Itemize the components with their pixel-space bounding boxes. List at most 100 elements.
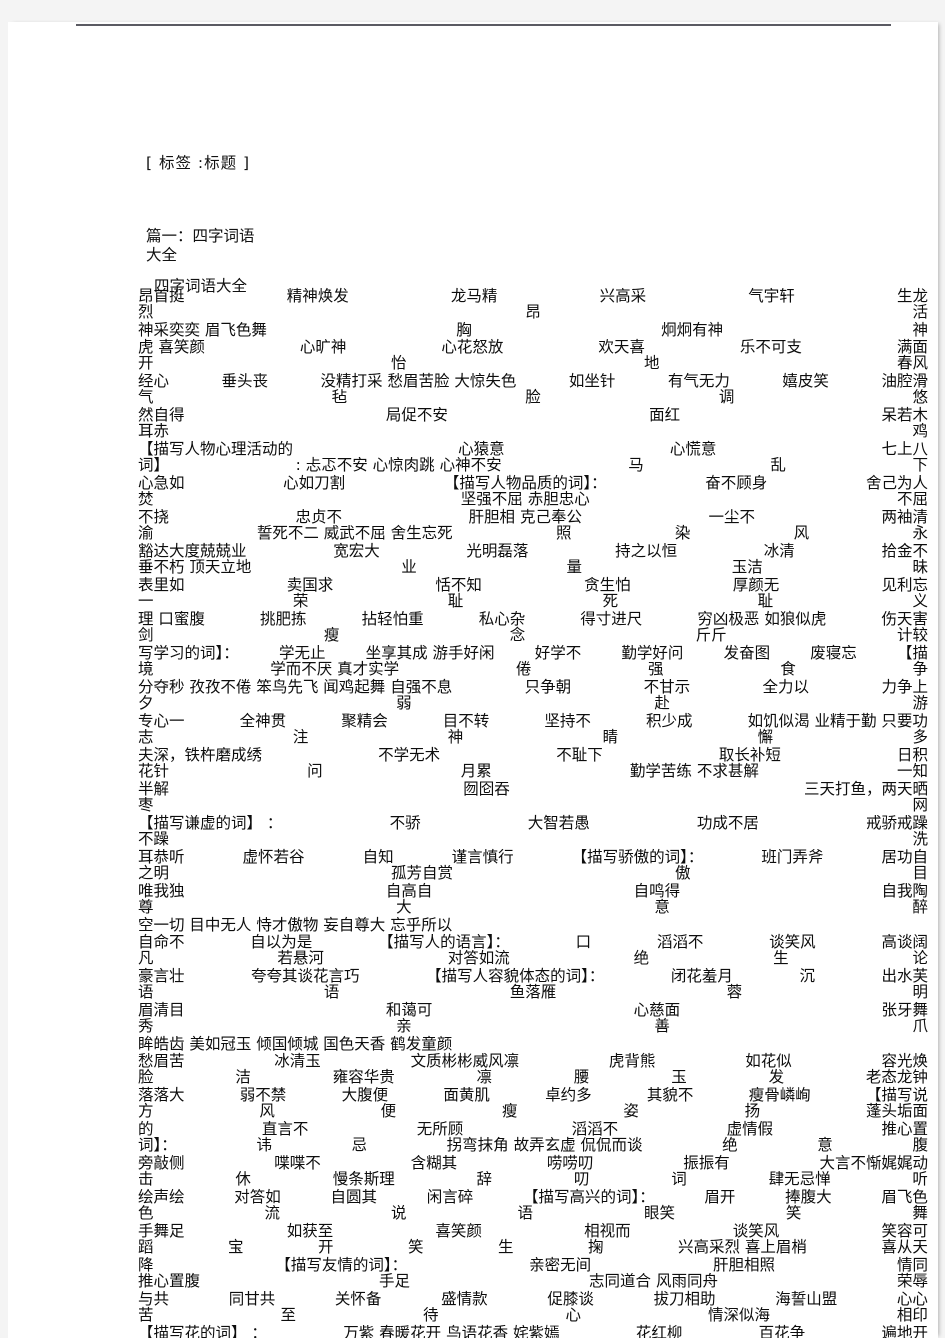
idiom-tail-cell: 善 [654,1017,670,1035]
tag-line: [ 标签 :标题 ] [146,154,251,172]
idiom-cell: 垂头丧 [221,372,269,390]
idiom-tail-cell: 多 [912,728,928,746]
idiom-line-tail: 秀亲善爪 [138,1018,928,1035]
idiom-tail-cell: 绝 [722,1136,738,1154]
idiom-tail-cell: 语 [323,983,340,1001]
idiom-line-tail: 色 流 说 语 眼笑 笑 舞 [138,1205,928,1222]
idiom-tail-cell: 尊 [138,898,154,916]
idiom-tail-cell: 明 [912,983,928,1001]
idiom-tail-cell: 大 [396,898,412,916]
idiom-tail-cell: 喜从天 [881,1238,928,1256]
idiom-cell: 心花怒放 [441,338,504,356]
idiom-tail-cell: 至 [280,1306,296,1324]
idiom-tail-cell: 笑 [408,1238,424,1256]
idiom-line-tail: 枣网 [138,797,928,814]
idiom-tail-cell: 昂 [525,303,541,321]
idiom-line-tail: 垂不朽 顶天立地 业 量 玉洁 昧 [138,559,928,576]
idiom-row: 半解 囫囵吞 三天打鱼，两天晒枣网 [138,781,928,815]
idiom-cell: 花红柳 [635,1324,683,1338]
idiom-tail-cell: 蹈 [138,1238,154,1256]
idiom-row: 夫深，铁杵磨成绣 不学无术 不耻下 取长补短 日积 花针问月累 勤学苦练 不求甚解 一知 [138,747,928,781]
idiom-cell: 如饥似渴 业精于勤 只要功 [747,712,928,730]
idiom-cell: 闲言碎 [426,1188,474,1206]
idiom-cell: 局促不安 [385,406,448,424]
idiom-line-main: 虎 喜笑颜 心旷神 心花怒放 欢天喜 乐不可支 满面 [138,339,928,356]
idiom-tail-cell: 业 [401,558,417,576]
idiom-cell: 眸皓齿 美如冠玉 倾国倾城 国色天香 鹤发童颜 [138,1035,453,1053]
idiom-line-main: 眉清目 和蔼可 心慈面 张牙舞 [138,1002,928,1019]
idiom-tail-cell: 叨 [573,1170,590,1188]
idiom-tail-cell: 亲 [396,1017,412,1035]
idiom-tail-cell: 瘦 [501,1102,518,1120]
idiom-line-main: 夫深，铁杵磨成绣 不学无术 不耻下 取长补短 日积 [138,747,928,764]
idiom-cell: 文质彬彬威风凛 [410,1052,520,1070]
idiom-cell: 心慌意 [669,440,717,458]
idiom-row: 眉清目 和蔼可 心慈面 张牙舞秀 亲 善 爪 [138,1002,928,1036]
idiom-tail-cell: 听 [912,1170,928,1188]
idiom-tail-cell: 生 [498,1238,514,1256]
idiom-cell: 其貌不 [646,1086,694,1104]
idiom-tail-cell: 苦 [138,1306,154,1324]
idiom-row: 落落大 弱不禁 大腹便 面黄肌 卓约多 其貌不 瘦骨嶙峋 【描写说方风便瘦姿扬蓬头垢面 [138,1087,928,1121]
idiom-line-main: 【描写花的词】 ： 万紫 春暖花开 鸟语花香 姹紫嫣 花红柳 百花争 遍地开 [138,1325,928,1338]
idiom-cell: 滔滔不 [656,933,704,951]
idiom-cell: 不学无术 [378,746,441,764]
idiom-tail-cell: 对答如流 [447,949,510,967]
idiom-tail-cell: 量 [566,558,582,576]
idiom-line-tail: 词】: 忐忑不安 心惊肉跳 心神不安 马 乱 下 [138,457,928,474]
idiom-tail-cell: 坚强不屈 赤胆忠心 [460,490,590,508]
idiom-row: 然自得 局促不安 面红 呆若木 耳赤鸡 [138,407,928,441]
idiom-tail-cell: 耳赤 [138,422,170,440]
idiom-cell: 口 [575,933,592,951]
idiom-cell: 聚精会 [341,712,388,730]
idiom-tail-cell: 鱼落雁 [509,983,557,1001]
idiom-tail-cell: 下 [912,456,928,474]
idiom-cell: 盛情款 [441,1290,488,1308]
idiom-cell: 嬉皮笑 [782,372,829,390]
idiom-tail-cell: 相印 [896,1306,928,1324]
idiom-line-tail: 剑 瘦 念 斤斤 计较 [138,627,928,644]
idiom-cell: 含糊其 [410,1154,458,1172]
idiom-cell: 只争朝 [524,678,572,696]
idiom-tail-cell: 流 [264,1204,280,1222]
document-content: [ 标签 :标题 ] 篇一：四字词语 大全 四字词语大全 昂首挺 精神焕发 龙马精兴… [8,22,938,1338]
idiom-tail-cell: 耻 [757,592,774,610]
idiom-line-main: 与共 同甘共 关怀备 盛情款 促膝谈 拔刀相助 海誓山盟 心心 [138,1291,928,1308]
idiom-tail-cell: 昧 [912,558,928,576]
idiom-cell: 海誓山盟 [775,1290,838,1308]
idiom-line-main: 空一切 目中无人 恃才傲物 妄自尊大 忘乎所以 [138,917,928,934]
idiom-line-tail: 蹈 宝 开 笑 生 掬 兴高采烈 喜上眉梢 喜从天 [138,1239,928,1256]
idiom-tail-cell: 便 [380,1102,397,1120]
idiom-tail-cell: 推心置腹 [138,1272,201,1290]
idiom-line-main: 自命不 自以为是 【描写人的语言】：口滔滔不 谈笑风 高谈阔 [138,934,928,951]
idiom-tail-cell: 荣 [292,592,309,610]
idiom-tail-cell: 洗 [912,830,928,848]
idiom-cell: 振振有 [683,1154,730,1172]
idiom-tail-cell: 论 [912,949,928,967]
idiom-row: 表里如 卖国求 恬不知 贪生怕 厚颜无 见利忘一 荣 耻 死 耻 义 [138,577,928,611]
idiom-cell: 挑肥拣 [260,610,307,628]
idiom-cell: 炯炯有神 [661,321,724,339]
idiom-row: 自命不 自以为是 【描写人的语言】：口滔滔不 谈笑风 高谈阔凡若悬河 对答如流绝生论 [138,934,928,968]
idiom-cell: 眉开 [704,1188,736,1206]
idiom-cell: 气宇轩 [748,287,795,305]
idiom-cell: 三天打鱼，两天晒 [803,780,928,798]
idiom-row: 【描写花的词】 ： 万紫 春暖花开 鸟语花香 姹紫嫣 花红柳 百花争 遍地开 [138,1325,928,1338]
idiom-row: 空一切 目中无人 恃才傲物 妄自尊大 忘乎所以 [138,917,928,934]
idiom-tail-cell: 目 [912,864,928,882]
idiom-tail-cell: 乱 [770,456,786,474]
idiom-cell: 肝胆相照 [713,1256,776,1274]
idiom-line-tail: 境 学而不厌 真才实学 倦 强 食 争 [138,661,928,678]
idiom-tail-cell: 孤芳自赏 [390,864,453,882]
idiom-tail-cell: 发 [768,1068,785,1086]
idiom-tail-cell: 不屈 [896,490,928,508]
idiom-cell: 光明磊落 [466,542,529,560]
idiom-tail-cell: 懈 [757,728,774,746]
idiom-tail-cell: 不躁 [138,830,170,848]
idiom-line-main: 手舞足 如获至 喜笑颜 相视而 谈笑风 笑容可 [138,1223,928,1240]
idiom-cell: 【描写高兴的词】： [522,1188,655,1206]
document-page: [ 标签 :标题 ] 篇一：四字词语 大全 四字词语大全 昂首挺 精神焕发 龙马精兴… [8,22,938,1338]
idiom-row: 愁眉苦 冰清玉 文质彬彬威风凛 虎背熊 如花似 容光焕脸洁雍容华贵凛腰玉发老态龙钟 [138,1053,928,1087]
idiom-tail-cell: 誓死不二 威武不屈 舍生忘死 [256,524,453,542]
idiom-tail-cell: 倦 [515,660,532,678]
